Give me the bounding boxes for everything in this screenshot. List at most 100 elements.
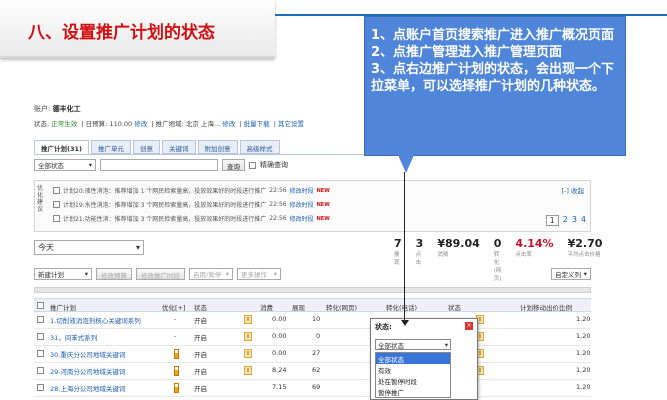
- new-plan-select[interactable]: 新建计划 ▾: [34, 268, 92, 280]
- callout-tail: [398, 155, 414, 173]
- more-ops-select[interactable]: 更多操作 ▾: [237, 268, 281, 280]
- pager: 1 2 3 4: [545, 215, 586, 226]
- col-state[interactable]: 状态: [448, 302, 461, 312]
- plan-name-link[interactable]: 28.上海分公司地域关键词: [50, 383, 125, 393]
- table-header: 推广计划 优化[+] 状态 消费 展现 转化(网页) 转化(电话) 状态 计划移…: [34, 298, 591, 312]
- suggestion-checkbox[interactable]: [53, 187, 60, 194]
- status-option[interactable]: 暂停推广: [376, 386, 450, 397]
- page-3[interactable]: 3: [572, 215, 577, 226]
- suggestion-side-label: 优化建议: [37, 185, 44, 213]
- new-badge: NEW: [316, 201, 330, 208]
- dropdown-header: 状态:: [375, 323, 392, 331]
- table-row: 31，间苯式系列 - 开启 II 0.00 0 II 1.20: [34, 329, 591, 346]
- col-status[interactable]: 状态: [194, 302, 207, 312]
- query-button[interactable]: 查询: [222, 159, 245, 171]
- pause-icon[interactable]: II: [244, 349, 252, 358]
- edit-budget-button[interactable]: 修改预算: [96, 268, 132, 280]
- col-priority[interactable]: 优化[+]: [162, 302, 186, 312]
- status-select[interactable]: 全部状态 ▾: [375, 339, 451, 350]
- col-plan[interactable]: 推广计划: [50, 302, 76, 312]
- edit-schedule-link[interactable]: 修改时段: [290, 186, 314, 195]
- collapse-link[interactable]: [-] 收起: [562, 185, 584, 195]
- batch-download-link[interactable]: 批量下载: [244, 120, 270, 128]
- chevron-down-icon: ▾: [273, 270, 277, 278]
- tab-keywords[interactable]: 关键词: [162, 140, 196, 154]
- chevron-down-icon: ▾: [444, 340, 448, 349]
- page-1[interactable]: 1: [545, 215, 559, 226]
- suggestion-panel: 优化建议 计划20:液性消泡：推荐增加 1 个网民检索量高，投放效果好的时段进行…: [34, 180, 591, 232]
- tab-bar: 推广计划(31) 推广单元 创意 关键词 附加创意 高级样式: [34, 140, 280, 154]
- region-edit-link[interactable]: 修改: [222, 120, 235, 128]
- exact-query-label: 精确查询: [260, 161, 288, 169]
- status-option[interactable]: 有效: [376, 364, 450, 375]
- col-impressions[interactable]: 展现: [292, 302, 305, 312]
- close-icon[interactable]: ×: [465, 322, 473, 330]
- region-text: 推广地域: 北京 上海...: [155, 120, 221, 128]
- row-checkbox[interactable]: [37, 316, 44, 323]
- col-cost[interactable]: 消费: [260, 302, 273, 312]
- tab-units[interactable]: 推广单元: [91, 140, 131, 154]
- budget-edit-link[interactable]: 修改: [134, 120, 147, 128]
- other-settings-link[interactable]: 其它设置: [278, 120, 304, 128]
- select-all-checkbox[interactable]: [37, 302, 44, 309]
- plan-name-link[interactable]: 1.切削液消泡剂核心关键词系列: [50, 315, 141, 325]
- row-checkbox[interactable]: [37, 367, 44, 374]
- plan-name-link[interactable]: 29.河南分公司地域关键词: [50, 366, 125, 376]
- plan-name-link[interactable]: 31，间苯式系列: [50, 332, 97, 342]
- chevron-down-icon: ▾: [84, 270, 88, 278]
- col-conv-phone[interactable]: 转化(电话): [386, 302, 417, 312]
- pause-icon[interactable]: II: [244, 366, 252, 375]
- status-option[interactable]: 全部状态: [376, 353, 450, 364]
- budget-text: 日预算: 110.00: [85, 120, 133, 128]
- edit-schedule-link[interactable]: 修改时段: [290, 200, 314, 209]
- page-4[interactable]: 4: [581, 215, 586, 226]
- suggestion-checkbox[interactable]: [53, 215, 60, 222]
- col-mobile-ratio[interactable]: 计划移动出价比例: [520, 302, 572, 312]
- toolbar: 新建计划 ▾ 修改预算 修改推广时段 启用/暂停 ▾ 更多操作 ▾ 自定义列 ▾: [34, 268, 591, 280]
- row-checkbox[interactable]: [37, 350, 44, 357]
- plan-name-link[interactable]: 30.重庆分公司地域关键词: [50, 349, 125, 359]
- enable-pause-select[interactable]: 启用/暂停 ▾: [189, 268, 233, 280]
- pause-icon[interactable]: II: [244, 315, 252, 324]
- search-input[interactable]: [100, 159, 218, 171]
- page-2[interactable]: 2: [563, 215, 568, 226]
- status-filter-select[interactable]: 全部状态 ▾: [34, 159, 96, 171]
- tab-creatives[interactable]: 创意: [133, 140, 160, 154]
- row-checkbox[interactable]: [37, 333, 44, 340]
- edit-schedule-button[interactable]: 修改推广时段: [136, 268, 185, 280]
- tab-extra-creatives[interactable]: 附加创意: [197, 140, 238, 154]
- edit-schedule-link[interactable]: 修改时段: [290, 214, 314, 223]
- tab-advanced-style[interactable]: 高级样式: [239, 140, 280, 154]
- status-option-list: 全部状态 有效 处在暂停时段 暂停推广: [375, 352, 451, 398]
- account-prefix: 账户:: [34, 105, 51, 113]
- plan-table: 推广计划 优化[+] 状态 消费 展现 转化(网页) 转化(电话) 状态 计划移…: [34, 298, 591, 397]
- status-option[interactable]: 处在暂停时段: [376, 375, 450, 386]
- instruction-callout: 1、点账户首页搜索推广进入推广概况页面 2、点推广管理进入推广管理页面 3、点右…: [364, 16, 626, 156]
- horizontal-scrollbar[interactable]: [34, 287, 591, 293]
- custom-columns-select[interactable]: 自定义列 ▾: [551, 268, 591, 280]
- suggestion-item: 计划21:功能性消：推荐增加 3 个网民检索量高，投放效果好的时段进行推广 22…: [53, 214, 330, 223]
- account-name: 德丰化工: [52, 105, 81, 113]
- suggestion-item: 计划20:液性消泡：推荐增加 1 个网民检索量高，投放效果好的时段进行推广 22…: [53, 186, 330, 195]
- status-dropdown-popup: 状态: × 全部状态 ▾ 全部状态 有效 处在暂停时段 暂停推广: [370, 318, 478, 400]
- pointer-arrow-line: [404, 172, 405, 324]
- chevron-down-icon: ▾: [135, 243, 140, 252]
- col-conv-web[interactable]: 转化(网页): [326, 302, 357, 312]
- tab-plans[interactable]: 推广计划(31): [34, 140, 89, 154]
- callout-text: 1、点账户首页搜索推广进入推广概况页面 2、点推广管理进入推广管理页面 3、点右…: [371, 28, 615, 94]
- exact-query-checkbox[interactable]: [249, 161, 256, 169]
- account-status-row: 状态: 正常生效 | 日预算: 110.00 修改 | 推广地域: 北京 上海.…: [34, 120, 305, 128]
- suggestion-checkbox[interactable]: [53, 201, 60, 208]
- new-badge: NEW: [316, 187, 330, 194]
- priority-bar-icon: [174, 383, 179, 393]
- table-row: 30.重庆分公司地域关键词 开启 II 0.00 27 II 1.20: [34, 346, 591, 363]
- pause-icon[interactable]: II: [244, 332, 252, 341]
- chevron-down-icon: ▾: [88, 161, 92, 169]
- priority-bar-icon: [174, 366, 179, 376]
- table-row: 1.切削液消泡剂核心关键词系列 - 开启 II 0.00 10 II 1.20: [34, 312, 591, 329]
- table-row: 29.河南分公司地域关键词 开启 II 8.24 62 II 1.20: [34, 363, 591, 380]
- row-checkbox[interactable]: [37, 384, 44, 391]
- priority-bar-icon: [174, 349, 179, 359]
- new-badge: NEW: [316, 215, 330, 222]
- date-range-select[interactable]: 今天 ▾: [34, 240, 144, 255]
